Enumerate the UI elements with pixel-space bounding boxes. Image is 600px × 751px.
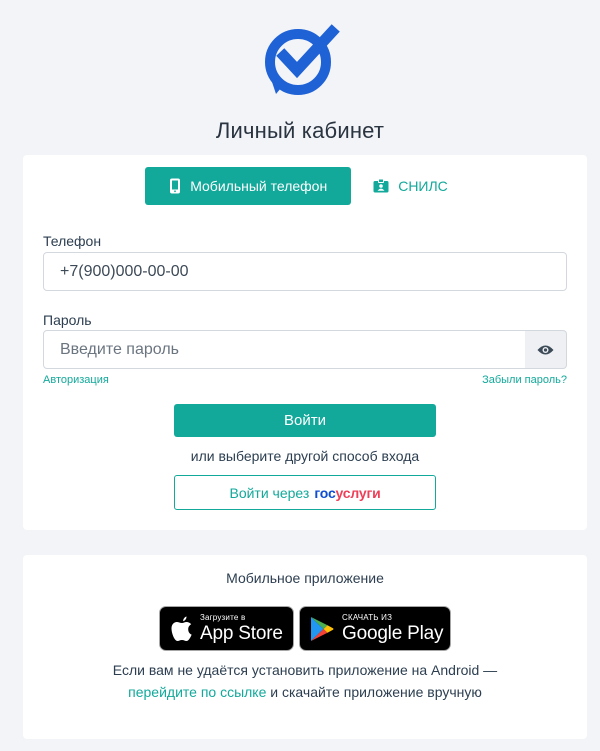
- android-note-line2: и скачайте приложение вручную: [266, 684, 482, 700]
- password-label: Пароль: [43, 312, 92, 328]
- app-store-small-text: Загрузите в: [200, 613, 246, 622]
- android-install-note: Если вам не удаётся установить приложени…: [23, 659, 587, 703]
- mobile-app-title: Мобильное приложение: [226, 570, 384, 586]
- apple-icon: [171, 616, 192, 641]
- password-placeholder: Введите пароль: [60, 340, 179, 358]
- alt-login-text: или выберите другой способ входа: [190, 448, 420, 464]
- phone-input-value: +7(900)000-00-00: [60, 262, 189, 280]
- id-card-icon: [373, 179, 389, 193]
- tab-snils-label: СНИЛС: [398, 178, 448, 194]
- checkmark-refresh-logo-icon: [265, 24, 340, 95]
- app-store-badge[interactable]: Загрузите в App Store: [159, 606, 294, 651]
- mobile-phone-icon: [170, 178, 181, 194]
- gosuslugi-login-button[interactable]: Войти через госуслуги: [174, 475, 436, 510]
- login-card: Мобильный телефон СНИЛС Телефон +7(900)0…: [23, 155, 587, 530]
- forgot-password-link[interactable]: Забыли пароль?: [482, 374, 567, 386]
- auth-link[interactable]: Авторизация: [43, 374, 109, 386]
- store-badges: Загрузите в App Store СКАЧАТЬ ИЗ Google …: [159, 606, 451, 651]
- tab-mobile-phone[interactable]: Мобильный телефон: [145, 167, 352, 205]
- gosuslugi-logo: госуслуги: [314, 485, 380, 501]
- phone-input[interactable]: +7(900)000-00-00: [43, 252, 567, 291]
- show-password-button[interactable]: [525, 330, 567, 369]
- google-play-badge[interactable]: СКАЧАТЬ ИЗ Google Play: [299, 606, 451, 651]
- google-play-big-text: Google Play: [342, 623, 444, 644]
- gosuslugi-button-prefix: Войти через: [229, 484, 310, 501]
- login-method-tabs: Мобильный телефон СНИЛС: [23, 167, 587, 205]
- android-note-line1: Если вам не удаётся установить приложени…: [112, 662, 498, 678]
- gosuslugi-logo-part1: гос: [314, 484, 336, 501]
- mobile-app-card: Мобильное приложение Загрузите в App Sto…: [23, 555, 587, 739]
- tab-snils[interactable]: СНИЛС: [357, 167, 464, 205]
- manual-download-link[interactable]: перейдите по ссылке: [128, 684, 266, 700]
- eye-icon: [537, 345, 554, 354]
- login-button[interactable]: Войти: [174, 404, 436, 437]
- google-play-small-text: СКАЧАТЬ ИЗ: [342, 613, 393, 622]
- password-input[interactable]: Введите пароль: [43, 330, 526, 369]
- app-store-big-text: App Store: [200, 623, 283, 644]
- login-button-label: Войти: [284, 412, 326, 429]
- phone-label: Телефон: [43, 233, 102, 249]
- tab-mobile-phone-label: Мобильный телефон: [190, 178, 328, 194]
- google-play-icon: [311, 616, 334, 641]
- page-title: Личный кабинет: [215, 118, 385, 143]
- gosuslugi-logo-part2: услуги: [335, 484, 381, 501]
